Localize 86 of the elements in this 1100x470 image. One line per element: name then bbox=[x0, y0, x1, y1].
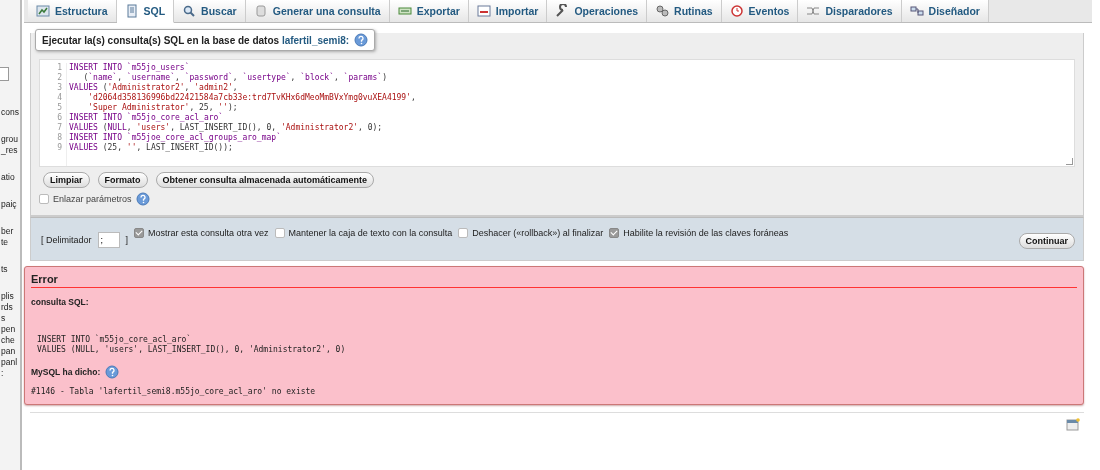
line-number: 9 bbox=[56, 143, 62, 153]
clock-icon bbox=[729, 4, 744, 18]
checkbox[interactable] bbox=[39, 194, 49, 204]
error-title: Error bbox=[31, 273, 1077, 288]
sidebar-item[interactable]: panl bbox=[0, 357, 20, 368]
line-number: 5 bbox=[56, 103, 62, 113]
tab[interactable]: Diseñador bbox=[901, 0, 989, 22]
sidebar-item[interactable]: : bbox=[0, 368, 20, 379]
help-icon bbox=[105, 365, 120, 379]
tab[interactable]: Importar bbox=[468, 0, 548, 22]
sidebar-item[interactable]: che bbox=[0, 335, 20, 346]
cylinder-icon bbox=[253, 4, 268, 18]
sql-heading: consulta SQL: bbox=[31, 297, 90, 307]
continue-button[interactable]: Continuar bbox=[1018, 233, 1075, 249]
tab[interactable]: Rutinas bbox=[647, 0, 722, 22]
tab[interactable]: Exportar bbox=[389, 0, 469, 22]
stored-query-button[interactable]: Obtener consulta almacenada automáticamente bbox=[155, 172, 375, 188]
tab[interactable]: Eventos bbox=[721, 0, 799, 22]
delimiter-label: [ Delimitador bbox=[41, 235, 92, 245]
mysql-heading: MySQL ha dicho: bbox=[31, 367, 101, 377]
diagram-icon bbox=[909, 4, 924, 18]
tab[interactable]: Buscar bbox=[174, 0, 246, 22]
sidebar-item[interactable]: paiç bbox=[0, 199, 20, 210]
checkbox[interactable] bbox=[609, 228, 620, 238]
line-number: 2 bbox=[56, 73, 62, 83]
sidebar-item[interactable]: pan bbox=[0, 346, 20, 357]
code-line: INSERT INTO `m55jo_users` bbox=[69, 63, 190, 73]
line-number: 3 bbox=[56, 83, 62, 93]
code-line: 'd2064d358136996bd22421584a7cb33e:trd7TvKHx6dMeoMmBVxYmg0vuXEA4199', bbox=[87, 93, 416, 103]
sidebar-item[interactable]: ts bbox=[0, 264, 20, 275]
checkbox-label: Mantener la caja de texto con la consulta bbox=[288, 228, 453, 238]
sql-editor[interactable] bbox=[39, 59, 1075, 167]
sidebar-item[interactable]: _res bbox=[0, 145, 20, 156]
search-icon bbox=[182, 4, 197, 18]
sidebar-item[interactable]: pen bbox=[0, 324, 20, 335]
format-button[interactable]: Formato bbox=[97, 172, 148, 188]
code-line: 'Super Administrator', 25, ''); bbox=[87, 103, 239, 112]
line-number: 6 bbox=[56, 113, 62, 123]
sidebar-item[interactable]: atio bbox=[0, 172, 20, 183]
checkbox-label: Deshacer («rollback») al finalizar bbox=[472, 228, 604, 238]
tab[interactable]: Operaciones bbox=[547, 0, 648, 22]
bracket-label: ] bbox=[125, 235, 129, 245]
checkbox-label: Habilite la revisión de las claves foráneas bbox=[623, 228, 789, 238]
legend-text: Ejecutar la(s) consulta(s) SQL en la base de datos lafertil_semi8: bbox=[42, 34, 350, 46]
wrench-icon bbox=[555, 4, 570, 18]
code-line: VALUES ('Administrator2', 'admin2', bbox=[69, 83, 239, 93]
checkbox[interactable] bbox=[458, 228, 469, 238]
sidebar-item[interactable]: s bbox=[0, 313, 20, 324]
help-icon bbox=[135, 192, 150, 206]
sidebar-field[interactable] bbox=[0, 67, 9, 81]
sidebar-item[interactable]: cons bbox=[0, 107, 20, 118]
checkbox-label: Enlazar parámetros bbox=[53, 194, 132, 204]
line-number: 7 bbox=[56, 123, 62, 133]
sql-line: INSERT INTO `m55jo_core_acl_aro` bbox=[37, 335, 193, 345]
sidebar-item[interactable]: plis bbox=[0, 291, 20, 302]
sidebar-item[interactable]: grou bbox=[0, 134, 20, 145]
clear-button[interactable]: Limpiar bbox=[43, 172, 90, 188]
resize-grip[interactable] bbox=[1066, 158, 1073, 165]
tab[interactable]: SQL bbox=[116, 0, 175, 23]
code-line: VALUES (25, '', LAST_INSERT_ID()); bbox=[69, 143, 234, 153]
code-line: INSERT INTO `m55joe_core_acl_groups_aro_map` bbox=[69, 133, 282, 143]
tray-icon bbox=[397, 4, 412, 18]
tab[interactable]: Generar una consulta bbox=[245, 0, 390, 22]
chart-icon bbox=[36, 4, 50, 18]
checkbox[interactable] bbox=[134, 228, 145, 238]
checkbox-label: Mostrar esta consulta otra vez bbox=[148, 228, 269, 238]
tab[interactable]: Estructura bbox=[28, 0, 117, 22]
line-number: 1 bbox=[56, 63, 62, 73]
window-icon bbox=[476, 4, 491, 18]
code-line: INSERT INTO `m55jo_core_acl_aro` bbox=[69, 113, 225, 123]
line-number: 4 bbox=[56, 93, 62, 103]
window-icon bbox=[1066, 418, 1080, 432]
checkbox[interactable] bbox=[274, 228, 285, 238]
gears-icon bbox=[655, 4, 670, 18]
delimiter-field[interactable]: ; bbox=[97, 232, 120, 248]
help-icon bbox=[354, 33, 369, 47]
sidebar-item[interactable]: te bbox=[0, 237, 20, 248]
tab[interactable]: Disparadores bbox=[798, 0, 902, 22]
error-message: #1146 - Tabla 'lafertil_semi8.m55jo_core_acl_aro' no existe bbox=[31, 387, 317, 396]
sql-line: VALUES (NULL, 'users', LAST_INSERT_ID(), 0, 'Administrator2', 0) bbox=[37, 345, 347, 355]
document-icon bbox=[124, 4, 139, 18]
line-number: 8 bbox=[56, 133, 62, 143]
code-line: VALUES (NULL, 'users', LAST_INSERT_ID(), 0, 'Administrator2', 0); bbox=[69, 123, 384, 133]
sidebar-item[interactable]: ber bbox=[0, 226, 20, 237]
sidebar-item[interactable]: rds bbox=[0, 302, 20, 313]
code-line: (`name`, `username`, `password`, `usertype`, `block`, `params`) bbox=[82, 73, 388, 83]
